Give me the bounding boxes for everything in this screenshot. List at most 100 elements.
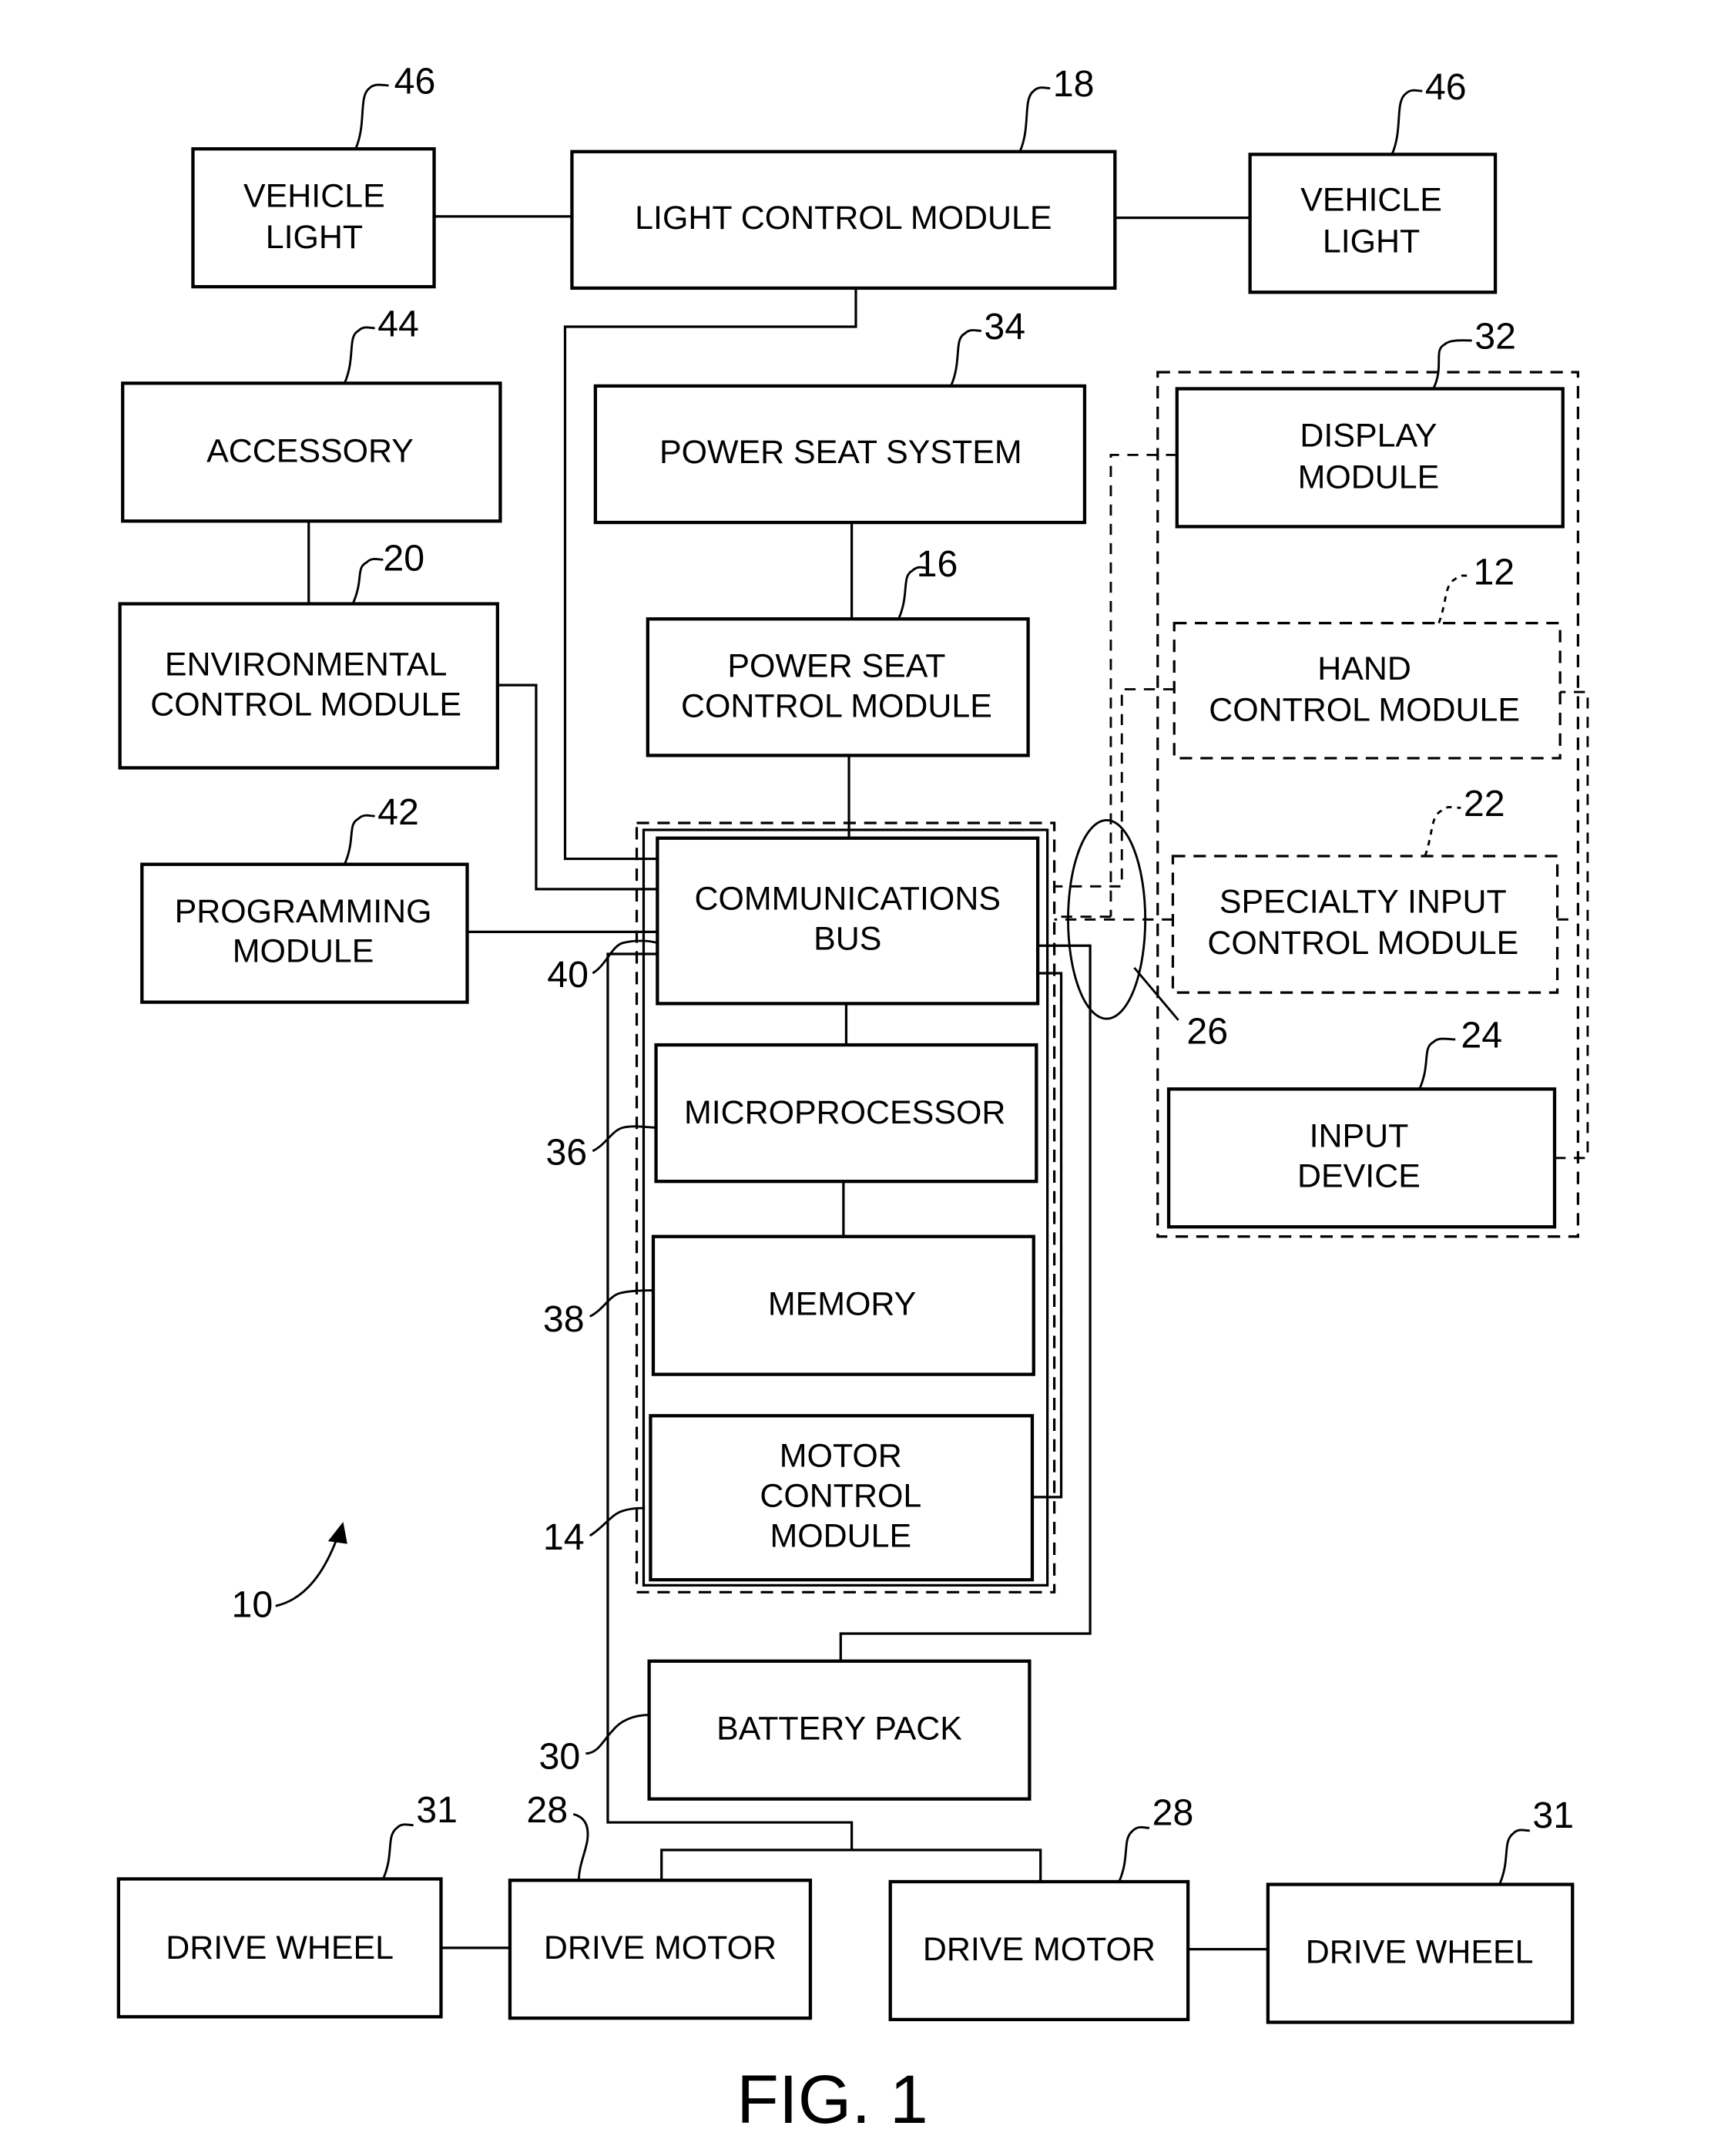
block-label: LIGHT CONTROL MODULE	[635, 200, 1052, 237]
leader-12	[1437, 574, 1472, 624]
drive-wheel-left-block: DRIVE WHEEL	[116, 1877, 443, 2019]
block-label: BATTERY PACK	[716, 1711, 962, 1748]
microprocessor-block: MICROPROCESSOR	[654, 1043, 1038, 1184]
block-label: HAND	[1317, 650, 1411, 687]
leader-24	[1418, 1037, 1456, 1090]
leader-36	[592, 1125, 656, 1153]
block-label: MODULE	[1298, 458, 1440, 495]
block-label: DRIVE MOTOR	[544, 1929, 777, 1966]
leader-28-right	[1118, 1825, 1150, 1882]
arrowhead-icon	[327, 1522, 347, 1544]
block-label: MOTOR	[780, 1437, 902, 1474]
block-label: CONTROL	[760, 1477, 921, 1514]
block-label: POWER SEAT SYSTEM	[659, 434, 1022, 471]
conn-motors-split	[660, 1849, 1042, 1882]
ref-numeral: 16	[917, 543, 958, 585]
block-label: CONTROL MODULE	[681, 687, 992, 724]
vehicle-light-right-block: VEHICLE LIGHT	[1248, 153, 1498, 294]
drive-motor-right-block: DRIVE MOTOR	[888, 1879, 1190, 2022]
ref-numeral: 32	[1474, 316, 1516, 358]
block-label: VEHICLE	[243, 177, 385, 214]
block-label: LIGHT	[1323, 223, 1420, 260]
block-label: MODULE	[770, 1517, 911, 1554]
leader-20	[351, 558, 384, 605]
leader-44	[343, 326, 375, 384]
vehicle-light-left-block: VEHICLE LIGHT	[191, 147, 436, 289]
leader-42	[343, 814, 375, 865]
communications-bus-block: COMMUNICATIONS BUS	[656, 836, 1040, 1006]
ref-numeral: 24	[1461, 1015, 1502, 1056]
programming-module-block: PROGRAMMING MODULE	[140, 862, 469, 1004]
leader-31-right	[1498, 1829, 1530, 1886]
block-label: MODULE	[233, 933, 374, 970]
leader-28-left	[572, 1812, 589, 1881]
ref-numeral: 18	[1053, 63, 1095, 105]
ref-numeral: 31	[1532, 1795, 1574, 1836]
input-device-block: INPUT DEVICE	[1166, 1087, 1557, 1229]
block-label: LIGHT	[266, 219, 363, 256]
ref-numeral: 26	[1186, 1010, 1228, 1052]
block-label: MICROPROCESSOR	[684, 1094, 1005, 1131]
ref-numeral: 36	[545, 1132, 587, 1174]
power-seat-system-block: POWER SEAT SYSTEM	[593, 384, 1087, 525]
block-label: MEMORY	[768, 1286, 916, 1323]
leader-30	[585, 1714, 649, 1755]
light-control-module-block: LIGHT CONTROL MODULE	[570, 149, 1117, 290]
leader-26	[1133, 966, 1179, 1021]
dconn-hand	[1054, 688, 1175, 888]
leader-34	[950, 329, 981, 387]
block-label: PROGRAMMING	[175, 893, 432, 930]
dconn-input-right	[1555, 690, 1589, 1160]
leader-10-arrow	[275, 1532, 340, 1607]
leader-31-left	[382, 1823, 414, 1879]
power-seat-control-module-block: POWER SEAT CONTROL MODULE	[646, 617, 1030, 757]
leader-32	[1432, 339, 1472, 390]
block-diagram: VEHICLE LIGHT LIGHT CONTROL MODULE VEHIC…	[116, 61, 1589, 2138]
ref-numeral: 12	[1473, 552, 1515, 593]
block-label: POWER SEAT	[727, 647, 945, 684]
block-label: CONTROL MODULE	[1209, 692, 1520, 729]
leader-46-right	[1391, 89, 1423, 155]
ref-numeral: 34	[984, 306, 1025, 348]
ref-numeral: 46	[394, 61, 436, 102]
leader-18	[1018, 86, 1051, 153]
block-label: BUS	[814, 921, 881, 958]
ref-numeral: 38	[543, 1298, 585, 1340]
block-label: DRIVE MOTOR	[923, 1931, 1156, 1968]
block-label: CONTROL MODULE	[1207, 925, 1518, 962]
block-label: INPUT	[1310, 1117, 1409, 1154]
ref-numeral: 28	[1152, 1792, 1194, 1834]
block-label: DISPLAY	[1300, 418, 1437, 455]
block-label: ACCESSORY	[206, 432, 414, 469]
block-label: SPECIALTY INPUT	[1219, 883, 1507, 920]
memory-block: MEMORY	[651, 1234, 1035, 1376]
environmental-control-module-block: ENVIRONMENTAL CONTROL MODULE	[118, 602, 499, 770]
ref-numeral: 42	[377, 791, 419, 833]
ref-numeral: 31	[416, 1789, 458, 1831]
block-label: CONTROL MODULE	[150, 686, 461, 723]
leader-46-left	[354, 83, 389, 149]
battery-pack-block: BATTERY PACK	[647, 1659, 1032, 1801]
ref-numeral: 46	[1425, 66, 1467, 108]
block-label: DRIVE WHEEL	[166, 1929, 394, 1966]
drive-wheel-right-block: DRIVE WHEEL	[1266, 1882, 1575, 2024]
block-label: DEVICE	[1297, 1157, 1421, 1194]
ref-numeral: 30	[539, 1735, 581, 1777]
ref-numeral: 22	[1464, 783, 1505, 824]
ref-numeral: 28	[526, 1789, 568, 1831]
leader-22	[1424, 806, 1461, 857]
accessory-block: ACCESSORY	[121, 381, 502, 523]
leader-40	[592, 939, 658, 975]
ref-numeral: 14	[543, 1516, 585, 1558]
conn-light-control-to-bus	[563, 287, 857, 861]
hand-control-module-block: HAND CONTROL MODULE	[1172, 622, 1562, 760]
specialty-input-control-module-block: SPECIALTY INPUT CONTROL MODULE	[1171, 855, 1559, 994]
ref-numeral: 44	[377, 304, 419, 345]
display-module-block: DISPLAY MODULE	[1175, 387, 1565, 529]
ref-numeral: 20	[383, 538, 424, 579]
figure-caption: FIG. 1	[736, 2060, 928, 2138]
block-label: DRIVE WHEEL	[1306, 1934, 1534, 1971]
block-label: COMMUNICATIONS	[695, 881, 1001, 918]
system-ref-numeral: 10	[232, 1584, 273, 1626]
drive-motor-left-block: DRIVE MOTOR	[508, 1879, 813, 2020]
